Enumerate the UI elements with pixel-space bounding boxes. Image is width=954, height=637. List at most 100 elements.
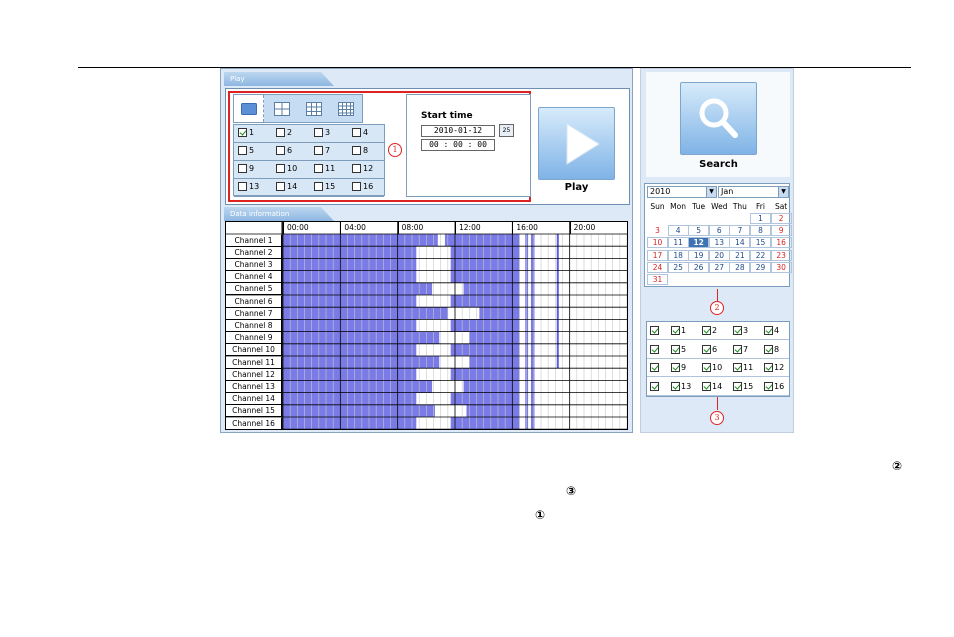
record-bar[interactable] bbox=[450, 392, 520, 405]
record-bar[interactable] bbox=[283, 234, 438, 247]
play-channel-checkbox[interactable]: 15 bbox=[314, 182, 335, 191]
record-bar[interactable] bbox=[283, 380, 433, 393]
record-bar[interactable] bbox=[450, 270, 520, 283]
calendar-day[interactable]: 13 bbox=[708, 237, 730, 249]
calendar-day[interactable]: 27 bbox=[708, 261, 730, 273]
calendar-day[interactable]: 9 bbox=[770, 225, 792, 237]
calendar-day[interactable]: 10 bbox=[647, 237, 668, 249]
play-channel-checkbox[interactable]: 13 bbox=[238, 182, 259, 191]
play-channel-checkbox[interactable]: 3 bbox=[314, 128, 330, 137]
play-channel-checkbox[interactable]: 12 bbox=[352, 164, 373, 173]
calendar-day[interactable]: 20 bbox=[708, 249, 730, 261]
record-bar[interactable] bbox=[556, 270, 559, 283]
play-channel-checkbox[interactable]: 5 bbox=[238, 146, 254, 155]
calendar-day[interactable]: 2 bbox=[770, 213, 792, 224]
calendar-day[interactable]: 22 bbox=[750, 249, 771, 261]
record-bar[interactable] bbox=[463, 282, 520, 295]
record-bar[interactable] bbox=[450, 368, 520, 381]
play-channel-checkbox[interactable]: 11 bbox=[314, 164, 335, 173]
record-bar[interactable] bbox=[283, 331, 440, 344]
year-select[interactable]: 2010 ▼ bbox=[647, 186, 717, 198]
record-bar[interactable] bbox=[463, 380, 520, 393]
record-bar[interactable] bbox=[283, 356, 440, 369]
row-select-checkbox[interactable] bbox=[650, 381, 659, 391]
calendar-day[interactable]: 24 bbox=[647, 261, 668, 273]
calendar-day[interactable]: 12 bbox=[688, 237, 710, 249]
play-channel-checkbox[interactable]: 7 bbox=[314, 146, 330, 155]
search-button[interactable] bbox=[680, 82, 757, 155]
calendar-day[interactable]: 21 bbox=[729, 249, 751, 261]
search-channel-checkbox[interactable]: 14 bbox=[702, 381, 722, 391]
calendar-day[interactable]: 28 bbox=[729, 261, 751, 273]
layout-3x3-button[interactable] bbox=[299, 95, 329, 122]
record-bar[interactable] bbox=[556, 295, 559, 308]
calendar-day[interactable]: 6 bbox=[708, 225, 730, 237]
play-channel-checkbox[interactable]: 8 bbox=[352, 146, 368, 155]
record-bar[interactable] bbox=[556, 319, 559, 332]
search-channel-checkbox[interactable]: 16 bbox=[764, 381, 784, 391]
record-bar[interactable] bbox=[556, 282, 559, 295]
play-channel-checkbox[interactable]: 14 bbox=[276, 182, 297, 191]
calendar-day[interactable]: 18 bbox=[667, 249, 689, 261]
record-bar[interactable] bbox=[450, 343, 520, 356]
calendar-day[interactable]: 4 bbox=[667, 225, 689, 237]
play-channel-checkbox[interactable]: 6 bbox=[276, 146, 292, 155]
record-bar[interactable] bbox=[556, 307, 559, 320]
record-bar[interactable] bbox=[479, 307, 520, 320]
calendar-day[interactable]: 5 bbox=[688, 225, 710, 237]
record-bar[interactable] bbox=[450, 246, 520, 259]
row-select-checkbox[interactable] bbox=[650, 344, 659, 354]
calendar-icon[interactable]: 25 bbox=[499, 124, 514, 137]
record-bar[interactable] bbox=[283, 343, 417, 356]
record-bar[interactable] bbox=[283, 417, 417, 429]
play-channel-checkbox[interactable]: 9 bbox=[238, 164, 254, 173]
record-bar[interactable] bbox=[283, 368, 417, 381]
search-channel-checkbox[interactable]: 3 bbox=[733, 326, 748, 335]
search-channel-checkbox[interactable]: 12 bbox=[764, 363, 784, 372]
search-channel-checkbox[interactable]: 9 bbox=[671, 363, 686, 372]
play-channel-checkbox[interactable]: 1 bbox=[238, 128, 254, 137]
play-button[interactable] bbox=[538, 107, 615, 180]
search-channel-checkbox[interactable]: 5 bbox=[671, 344, 686, 354]
calendar-day[interactable]: 31 bbox=[647, 274, 668, 285]
search-channel-checkbox[interactable]: 11 bbox=[733, 363, 753, 372]
calendar-day[interactable]: 19 bbox=[688, 249, 710, 261]
calendar-day[interactable]: 1 bbox=[750, 213, 771, 224]
play-channel-checkbox[interactable]: 16 bbox=[352, 182, 373, 191]
calendar-day[interactable]: 26 bbox=[688, 261, 710, 273]
record-bar[interactable] bbox=[450, 319, 520, 332]
calendar-day[interactable]: 14 bbox=[729, 237, 751, 249]
record-bar[interactable] bbox=[466, 404, 520, 417]
calendar-day[interactable]: 16 bbox=[770, 237, 792, 249]
calendar-day[interactable]: 3 bbox=[647, 225, 668, 236]
calendar-day[interactable]: 30 bbox=[770, 261, 792, 273]
record-bar[interactable] bbox=[444, 234, 520, 247]
layout-4x4-button[interactable] bbox=[331, 95, 361, 122]
record-bar[interactable] bbox=[283, 319, 417, 332]
search-channel-checkbox[interactable]: 8 bbox=[764, 344, 779, 354]
search-channel-checkbox[interactable]: 10 bbox=[702, 363, 722, 372]
calendar-day[interactable]: 8 bbox=[750, 225, 771, 237]
calendar-day[interactable]: 29 bbox=[750, 261, 771, 273]
layout-1x1-button[interactable] bbox=[234, 95, 264, 122]
record-bar[interactable] bbox=[283, 295, 417, 308]
calendar-day[interactable]: 25 bbox=[667, 261, 689, 273]
calendar-day[interactable]: 17 bbox=[647, 249, 668, 261]
record-bar[interactable] bbox=[283, 307, 448, 320]
row-select-checkbox[interactable] bbox=[650, 363, 659, 372]
record-bar[interactable] bbox=[283, 282, 433, 295]
record-bar[interactable] bbox=[556, 343, 559, 356]
record-bar[interactable] bbox=[556, 331, 559, 344]
record-bar[interactable] bbox=[283, 270, 417, 283]
play-channel-checkbox[interactable]: 10 bbox=[276, 164, 297, 173]
search-channel-checkbox[interactable]: 2 bbox=[702, 326, 717, 335]
record-bar[interactable] bbox=[283, 246, 417, 259]
play-channel-checkbox[interactable]: 4 bbox=[352, 128, 368, 137]
row-select-checkbox[interactable] bbox=[650, 326, 659, 335]
calendar-day[interactable]: 15 bbox=[750, 237, 771, 249]
search-channel-checkbox[interactable]: 13 bbox=[671, 381, 691, 391]
calendar-day[interactable]: 11 bbox=[667, 237, 689, 249]
search-channel-checkbox[interactable]: 6 bbox=[702, 344, 717, 354]
play-channel-checkbox[interactable]: 2 bbox=[276, 128, 292, 137]
start-time-field[interactable]: 00 : 00 : 00 bbox=[421, 139, 495, 151]
